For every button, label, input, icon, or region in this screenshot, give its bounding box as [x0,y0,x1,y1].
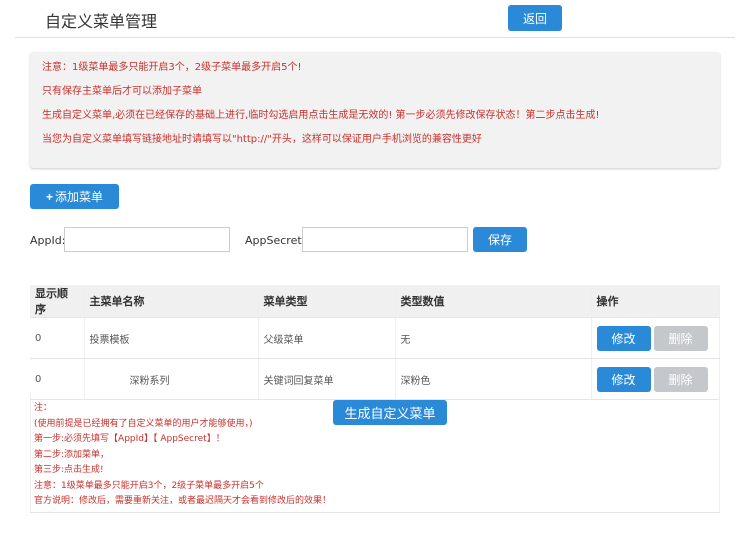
actions-cell: 修改 删除 [591,317,720,359]
order-cell: 0 [30,317,85,359]
note-line: (使用前提是已经拥有了自定义菜单的用户才能够使用，) [34,418,253,429]
note-line: 官方说明：修改后，需要重新关注，或者最迟隔天才会看到修改后的效果！ [34,496,332,506]
notice-line: 注意：1级菜单最多只能开启3个，2级子菜单最多开启5个! [42,62,302,73]
col-value: 类型数值 [395,285,592,318]
col-order: 显示顺序 [30,285,85,318]
plus-icon: + [45,189,53,204]
col-name: 主菜单名称 [84,285,259,318]
note-line: 第二步:添加菜单， [34,449,110,460]
instructions: 注： (使用前提是已经拥有了自定义菜单的用户才能够使用，) 第一步:必须先填写【… [34,401,331,510]
add-menu-button[interactable]: + 添加菜单 [30,184,119,209]
divider [15,37,735,38]
notice-line: 生成自定义菜单,必须在已经保存的基础上进行,临时勾选启用点击生成是无效的! 第一… [42,110,600,121]
delete-button[interactable]: 删除 [653,366,708,392]
note-line: 注： [34,403,53,413]
note-line: 第三步:点击生成! [34,465,104,475]
type-cell: 父级菜单 [258,317,396,359]
edit-button[interactable]: 修改 [596,366,651,392]
col-actions: 操作 [591,285,720,318]
delete-button[interactable]: 删除 [653,325,708,351]
notice-line: 只有保存主菜单后才可以添加子菜单 [42,86,202,97]
table-header: 显示顺序 主菜单名称 菜单类型 类型数值 操作 [30,285,720,318]
name-cell: 投票模板 [84,317,259,359]
edit-button[interactable]: 修改 [596,325,651,351]
appid-input[interactable] [64,227,230,252]
appid-label: AppId: [30,234,66,247]
table-row: 0 投票模板 父级菜单 无 修改 删除 [30,317,720,359]
appsecret-label: AppSecret: [245,234,306,247]
note-line: 第一步:必须先填写【AppId】【 AppSecret】！ [34,434,225,444]
menu-table: 显示顺序 主菜单名称 菜单类型 类型数值 操作 0 投票模板 父级菜单 无 修改… [30,285,720,400]
add-menu-label: 添加菜单 [55,190,104,204]
save-button[interactable]: 保存 [473,227,527,252]
appsecret-input[interactable] [302,227,468,252]
generate-menu-button[interactable]: 生成自定义菜单 [333,400,447,425]
notice-line: 当您为自定义菜单填写链接地址时请填写以"http://"开头，这样可以保证用户手… [42,134,482,145]
value-cell: 无 [395,317,592,359]
page-title: 自定义菜单管理 [45,12,158,31]
col-type: 菜单类型 [258,285,396,318]
notice-panel: 注意：1级菜单最多只能开启3个，2级子菜单最多开启5个! 只有保存主菜单后才可以… [30,52,720,168]
note-line: 注意：1级菜单最多只能开启3个，2级子菜单最多开启5个 [34,480,264,491]
back-button[interactable]: 返回 [508,5,562,31]
